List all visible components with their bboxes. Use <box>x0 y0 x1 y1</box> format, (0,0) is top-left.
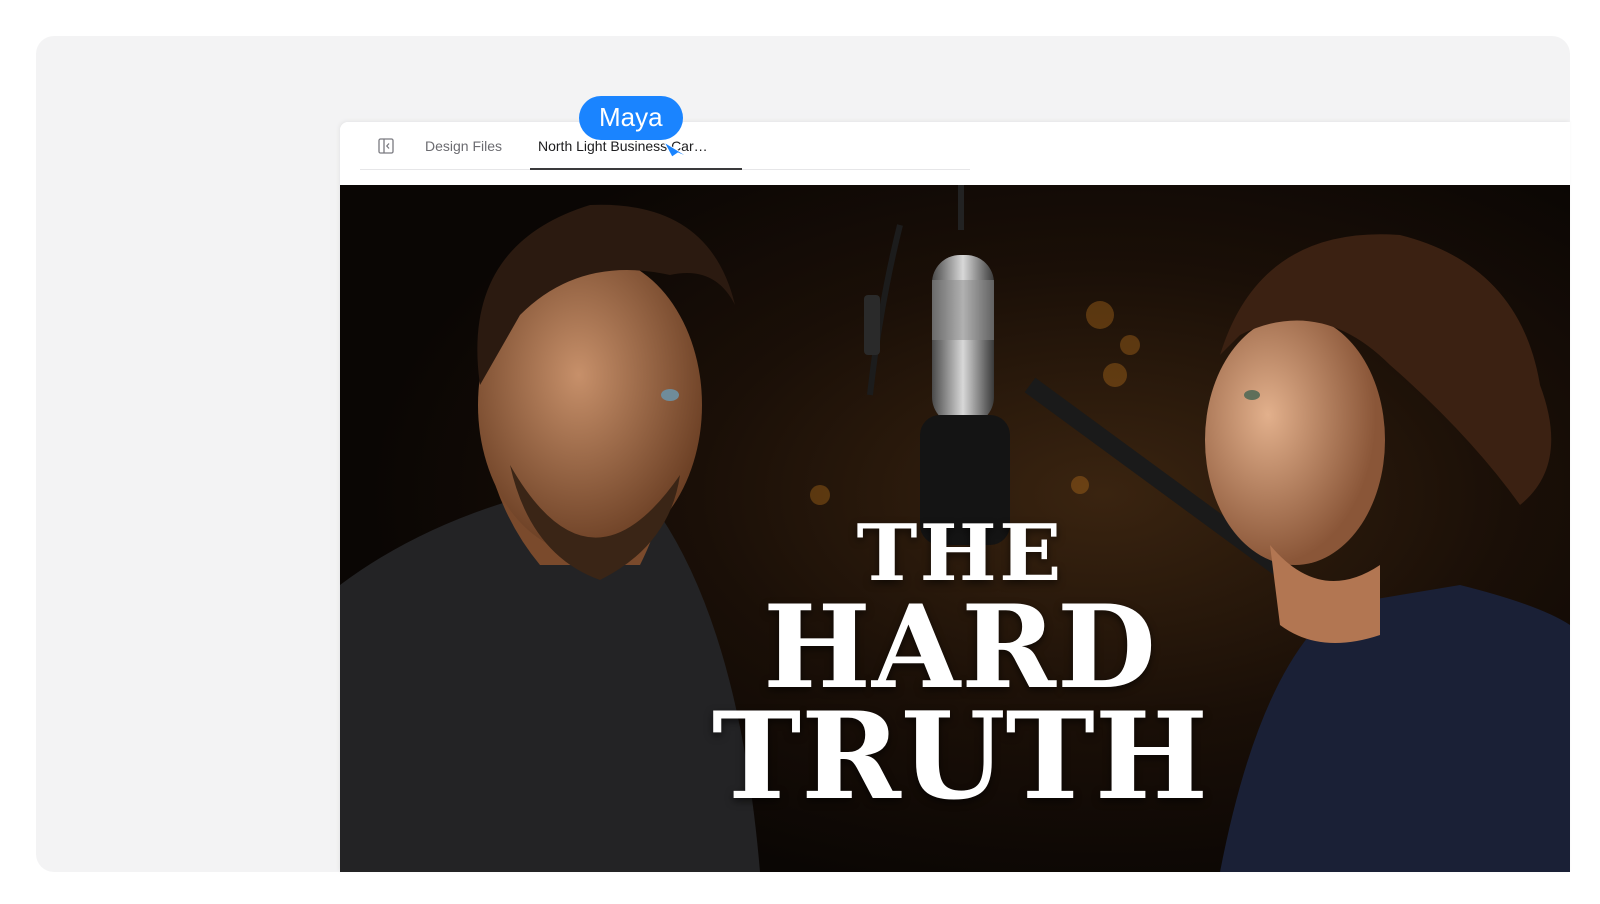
headline-line-1: THE <box>856 508 1064 599</box>
tab-bar: Design Files North Light Business Car… <box>340 122 1570 186</box>
headline-line-2: HARD <box>763 580 1157 714</box>
sidebar-toggle-icon[interactable] <box>378 138 394 154</box>
app-window: Design Files North Light Business Car… T… <box>340 122 1570 872</box>
pointer-arrow-icon <box>662 140 692 165</box>
collaborator-name-tag: Maya <box>579 96 683 140</box>
tab-design-files[interactable]: Design Files <box>425 122 502 169</box>
thumbnail-headline: THE HARD TRUTH <box>710 515 1210 827</box>
design-canvas[interactable]: THE HARD TRUTH <box>340 185 1570 872</box>
headline-line-3: TRUTH <box>711 686 1209 827</box>
